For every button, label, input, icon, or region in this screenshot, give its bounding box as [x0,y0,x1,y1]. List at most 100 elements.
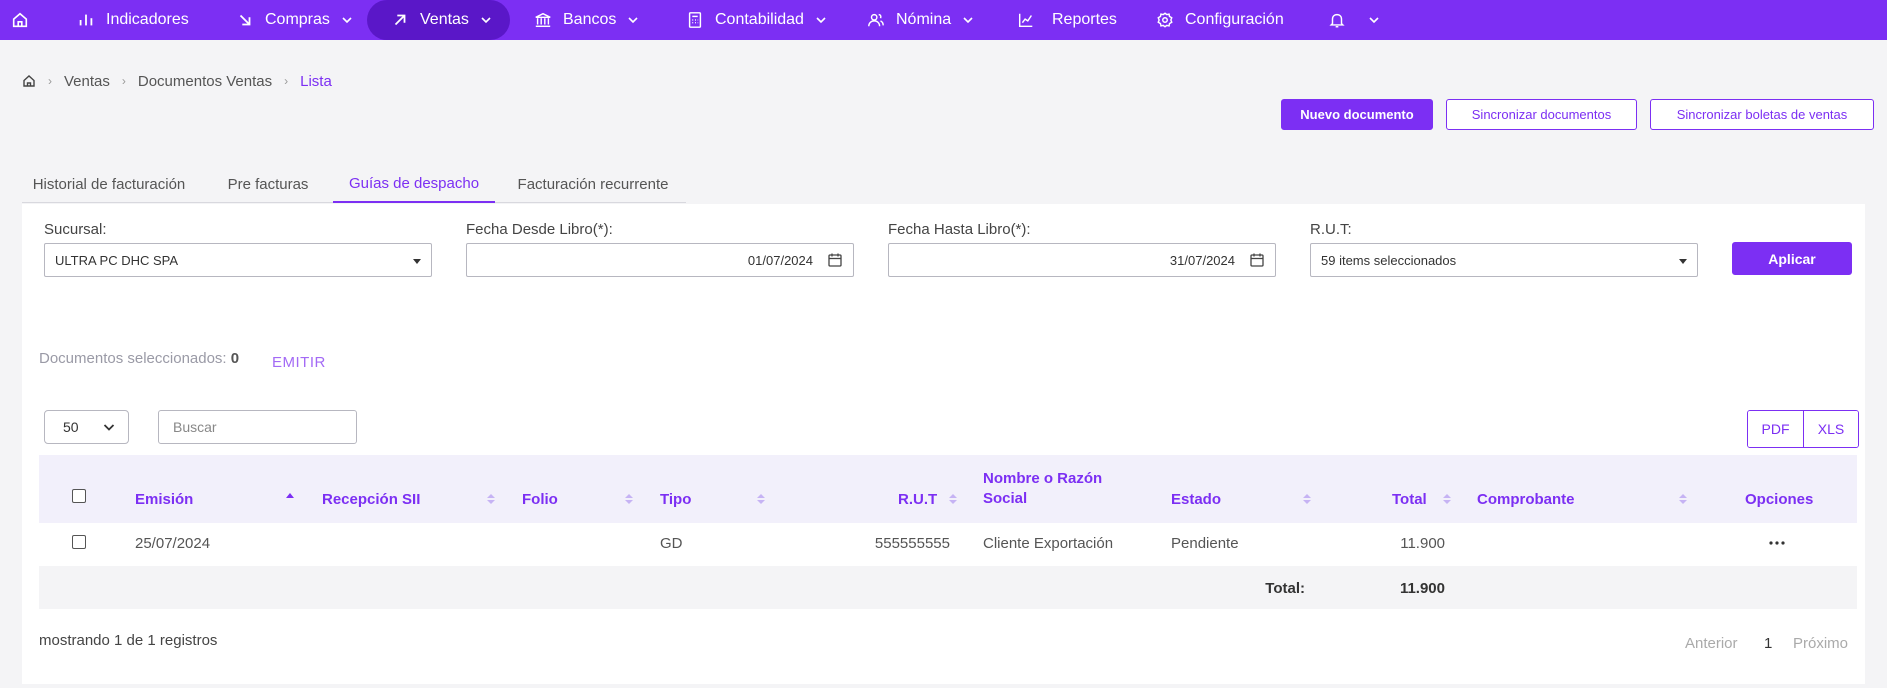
line-chart-icon [1016,10,1036,30]
calendar-icon[interactable] [827,252,843,268]
sort-icon[interactable] [1443,493,1451,505]
tab-guias-despacho[interactable]: Guías de despacho [333,165,495,203]
breadcrumb-documentos-ventas[interactable]: Documentos Ventas [138,73,272,90]
apply-filters-button[interactable]: Aplicar [1732,242,1852,275]
nav-label: Indicadores [106,11,189,28]
nav-item-bancos[interactable]: Bancos [533,0,640,40]
fecha-desde-label: Fecha Desde Libro(*): [466,221,613,238]
fecha-hasta-input[interactable]: 31/07/2024 [888,243,1276,277]
column-header-total[interactable]: Total [1392,491,1427,508]
breadcrumb-ventas[interactable]: Ventas [64,73,110,90]
nav-item-contabilidad[interactable]: Contabilidad [685,0,828,40]
cell-estado: Pendiente [1171,535,1239,552]
chevron-down-icon [626,13,640,27]
column-header-nombre-line2: Social [983,490,1028,507]
fecha-desde-value: 01/07/2024 [747,252,813,268]
search-input[interactable]: Buscar [158,410,357,444]
breadcrumb-separator: › [121,74,126,88]
nav-item-ventas[interactable]: Ventas [390,0,493,40]
home-icon[interactable] [22,74,36,88]
calendar-icon[interactable] [1249,252,1265,268]
users-icon [866,10,886,30]
page-size-select[interactable]: 50 [44,410,129,444]
breadcrumb-current: Lista [300,72,332,90]
footer-total-label: Total: [1265,580,1305,597]
document-tabs: Historial de facturación Pre facturas Gu… [22,165,686,203]
export-button-group: PDF XLS [1747,410,1859,448]
nav-label: Ventas [420,11,469,28]
emit-button[interactable]: EMITIR [272,354,326,371]
bar-chart-icon [76,10,96,30]
nav-item-reportes[interactable]: Reportes [1016,0,1117,40]
sort-asc-icon[interactable] [286,492,294,504]
cell-emision: 25/07/2024 [135,535,211,552]
sucursal-select[interactable]: ULTRA PC DHC SPA [44,243,432,277]
sort-icon[interactable] [949,493,957,505]
notifications-button[interactable] [1327,0,1381,40]
caret-down-icon [413,258,421,264]
sort-icon[interactable] [757,493,765,505]
caret-down-icon [1679,258,1687,264]
home-icon [10,10,30,30]
rut-value: 59 items seleccionados [1321,252,1457,268]
nav-item-nomina[interactable]: Nómina [866,0,975,40]
tab-pre-facturas[interactable]: Pre facturas [208,165,328,203]
tab-historial[interactable]: Historial de facturación [22,165,196,203]
sync-documents-button[interactable]: Sincronizar documentos [1446,99,1637,130]
column-header-tipo[interactable]: Tipo [660,491,691,508]
table-footer [39,566,1857,609]
chevron-down-icon [814,13,828,27]
cell-tipo: GD [660,535,683,552]
cell-nombre: Cliente Exportación [983,535,1114,552]
pagination-page-1[interactable]: 1 [1764,635,1772,652]
nav-label: Bancos [563,11,617,28]
column-header-opciones: Opciones [1745,491,1814,508]
column-header-nombre[interactable]: Nombre o Razón Social [983,470,1102,507]
new-document-button[interactable]: Nuevo documento [1281,99,1433,130]
sucursal-label: Sucursal: [44,221,107,238]
column-header-folio[interactable]: Folio [522,491,558,508]
chevron-down-icon [479,13,493,27]
column-header-recepcion[interactable]: Recepción SII [322,491,420,508]
export-xls-button[interactable]: XLS [1803,411,1858,447]
fecha-desde-input[interactable]: 01/07/2024 [466,243,854,277]
arrow-down-right-icon [235,10,255,30]
select-all-checkbox[interactable] [72,489,86,503]
nav-item-compras[interactable]: Compras [235,0,354,40]
row-checkbox[interactable] [72,535,86,549]
column-header-estado[interactable]: Estado [1171,491,1221,508]
selected-documents-label: Documentos seleccionados: [39,350,227,367]
selected-documents-count: 0 [230,350,240,367]
arrow-up-right-icon [390,10,410,30]
page-size-value: 50 [63,419,79,435]
rut-multiselect[interactable]: 59 items seleccionados [1310,243,1698,277]
top-navbar: Indicadores Compras Ventas Bancos Contab… [0,0,1887,40]
column-header-emision[interactable]: Emisión [135,491,193,508]
column-header-comprobante[interactable]: Comprobante [1477,491,1575,508]
row-options-icon[interactable] [1767,536,1787,550]
chevron-down-icon [340,13,354,27]
chevron-down-icon [961,13,975,27]
sort-icon[interactable] [1303,493,1311,505]
sort-icon[interactable] [1679,493,1687,505]
column-header-nombre-line1: Nombre o Razón [983,470,1103,487]
nav-item-indicadores[interactable]: Indicadores [76,0,189,40]
column-header-rut[interactable]: R.U.T [898,491,937,508]
home-nav-button[interactable] [10,0,40,40]
pagination-next[interactable]: Próximo [1793,635,1848,652]
nav-item-configuracion[interactable]: Configuración [1155,0,1284,40]
bank-icon [533,10,553,30]
sucursal-value: ULTRA PC DHC SPA [55,252,179,268]
sort-icon[interactable] [625,493,633,505]
selected-documents-text: Documentos seleccionados: 0 [39,350,239,367]
breadcrumb-separator: › [284,74,289,88]
tab-facturacion-recurrente[interactable]: Facturación recurrente [500,165,686,203]
table-header [39,455,1857,523]
nav-label: Reportes [1052,11,1117,28]
export-pdf-button[interactable]: PDF [1748,411,1803,447]
sync-receipts-button[interactable]: Sincronizar boletas de ventas [1650,99,1874,130]
search-placeholder: Buscar [173,419,217,435]
pagination-previous[interactable]: Anterior [1685,635,1738,652]
sort-icon[interactable] [487,493,495,505]
breadcrumb-separator: › [48,74,52,88]
